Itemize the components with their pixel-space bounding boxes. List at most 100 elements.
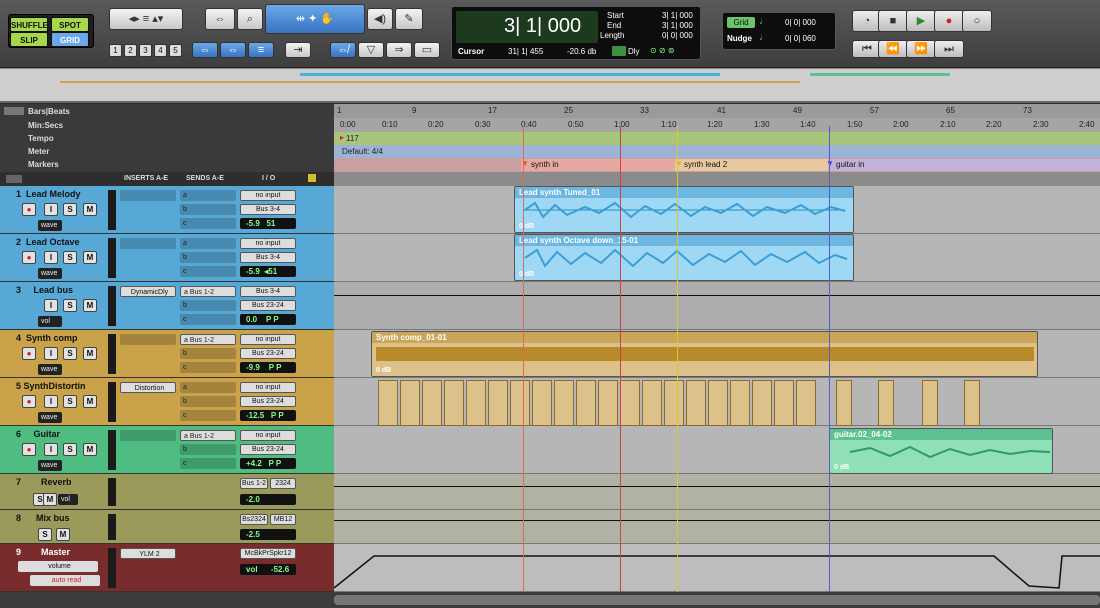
marker-synth-in[interactable]: synth in (531, 160, 559, 169)
clip-lead-synth-tuned[interactable]: Lead synth Tuned_01 0 dB (514, 186, 854, 233)
send-c[interactable]: c (180, 266, 236, 277)
bars-ruler[interactable]: 1 9 17 25 33 41 49 57 65 73 (334, 104, 1100, 118)
send-b[interactable]: b (180, 252, 236, 263)
link-track-icon[interactable]: ⇔ (220, 42, 246, 58)
zoom-preset-5[interactable]: 5 (169, 44, 182, 57)
end-value[interactable]: 3| 1| 000 (662, 21, 693, 30)
send-b[interactable]: b (180, 348, 236, 359)
clip-slice[interactable] (878, 380, 894, 426)
lane-master[interactable] (333, 544, 1100, 592)
smart-tool-icon[interactable]: ⇹ ✦ ✋ (265, 4, 365, 34)
solo-button[interactable]: S (38, 528, 52, 541)
clip-slice[interactable] (444, 380, 464, 426)
volume-readout[interactable]: +4.2 P P (240, 458, 296, 469)
zoom-preset-1[interactable]: 1 (109, 44, 122, 57)
input-selector[interactable]: no input (240, 190, 296, 201)
automation-icon[interactable] (308, 174, 316, 182)
send-c[interactable]: c (180, 362, 236, 373)
insert-slot[interactable] (120, 190, 176, 201)
clip-slice[interactable] (730, 380, 750, 426)
input-selector[interactable]: no input (240, 334, 296, 345)
clip-slice[interactable] (576, 380, 596, 426)
send-a[interactable]: a Bus 1-2 (180, 286, 236, 297)
mute-button[interactable]: M (83, 395, 97, 408)
insert-distortion[interactable]: Distortion (120, 382, 176, 393)
loop-icon[interactable]: ○ (962, 10, 992, 32)
track-name[interactable]: 3 Lead bus (16, 285, 106, 297)
input-monitor-button[interactable]: I (44, 299, 58, 312)
insert-ylm2[interactable]: YLM 2 (120, 548, 176, 559)
meter-ruler[interactable]: Default: 4/4 (334, 145, 1100, 158)
clip-slice[interactable] (466, 380, 486, 426)
input-selector[interactable]: Bus 3-4 (240, 286, 296, 297)
link-timeline-icon[interactable]: ⇔ (192, 42, 218, 58)
track-name[interactable]: 9 Master (16, 547, 106, 559)
forward-icon[interactable]: ⏩ (906, 40, 936, 58)
speaker-tool-icon[interactable]: ◀) (367, 8, 393, 30)
clip-slice[interactable] (922, 380, 938, 426)
clip-slice[interactable] (752, 380, 772, 426)
length-value[interactable]: 0| 0| 000 (662, 31, 693, 40)
horizontal-scrollbar[interactable] (0, 592, 1100, 608)
zoomer-tool-icon[interactable]: ⇔ (205, 8, 235, 30)
track-name[interactable]: 5 SynthDistortin (16, 381, 106, 393)
play-icon[interactable]: ▶ (906, 10, 936, 32)
clip-slice[interactable] (708, 380, 728, 426)
track-view-selector[interactable]: wave (38, 364, 62, 375)
record-icon[interactable]: ● (934, 10, 964, 32)
nudge-label[interactable]: Nudge (727, 34, 752, 43)
pre-roll-icon[interactable]: ⇒ (386, 42, 412, 58)
clip-slice[interactable] (510, 380, 530, 426)
track-name[interactable]: 7 Reverb (16, 477, 106, 489)
output-selector[interactable]: Bus 23-24 (240, 300, 296, 311)
marker-guitar-in[interactable]: guitar in (836, 160, 864, 169)
send-a[interactable]: a (180, 190, 236, 201)
output-selector[interactable]: MB12 (270, 514, 296, 525)
volume-readout[interactable]: -5.9 ◂51 (240, 266, 296, 277)
grid-mode-button[interactable]: GRID (51, 32, 89, 47)
ruler-markers-label[interactable]: Markers (28, 160, 59, 169)
solo-button[interactable]: S (63, 203, 77, 216)
lane-lead-bus[interactable] (334, 282, 1100, 330)
window-config-icon[interactable]: ▭ (414, 42, 440, 58)
clip-slice[interactable] (836, 380, 852, 426)
send-c[interactable]: c (180, 314, 236, 325)
shuffle-mode-button[interactable]: SHUFFLE (10, 17, 48, 32)
input-monitor-button[interactable]: I (44, 251, 58, 264)
volume-readout[interactable]: -12.5 P P (240, 410, 296, 421)
clip-slice[interactable] (620, 380, 640, 426)
track-view-selector[interactable]: wave (38, 268, 62, 279)
input-selector[interactable]: no input (240, 430, 296, 441)
mute-button[interactable]: M (83, 203, 97, 216)
send-a[interactable]: a (180, 238, 236, 249)
track-name[interactable]: 4 Synth comp (16, 333, 106, 345)
clip-guitar[interactable]: guitar.02_04-02 0 dB (829, 428, 1053, 474)
marker-synth-lead-2[interactable]: synth lead 2 (684, 160, 727, 169)
clip-slice[interactable] (796, 380, 816, 426)
record-enable-button[interactable]: ● (22, 251, 36, 264)
marker-region-guitar[interactable] (828, 159, 1100, 171)
dly-icon[interactable] (612, 46, 626, 56)
mute-button[interactable]: M (83, 299, 97, 312)
output-selector[interactable]: 2324 (270, 478, 296, 489)
automation-mode-selector[interactable]: auto read (30, 575, 100, 586)
zoom-controls[interactable]: ◂▸ ≡ ▴▾ (109, 8, 183, 30)
input-monitor-button[interactable]: I (44, 203, 58, 216)
universe-overview[interactable] (0, 68, 1100, 103)
clip-slice[interactable] (488, 380, 508, 426)
volume-readout[interactable]: -2.0 (240, 494, 296, 505)
volume-readout[interactable]: -9.9 P P (240, 362, 296, 373)
output-selector[interactable]: Bus 23-24 (240, 348, 296, 359)
magnifier-tool-icon[interactable]: ⌕ (237, 8, 263, 30)
track-list-icon[interactable] (6, 175, 22, 183)
ruler-meter-label[interactable]: Meter (28, 147, 49, 156)
lane-mix-bus[interactable] (334, 510, 1100, 544)
send-c[interactable]: c (180, 410, 236, 421)
rewind-icon[interactable]: ⏪ (878, 40, 908, 58)
nudge-value[interactable]: 0| 0| 060 (785, 34, 816, 43)
record-enable-button[interactable]: ● (22, 395, 36, 408)
clip-slice[interactable] (964, 380, 980, 426)
insertion-follows-icon[interactable]: ≡ (248, 42, 274, 58)
track-name[interactable]: 8 Mix bus (16, 513, 106, 525)
input-selector[interactable]: no input (240, 238, 296, 249)
